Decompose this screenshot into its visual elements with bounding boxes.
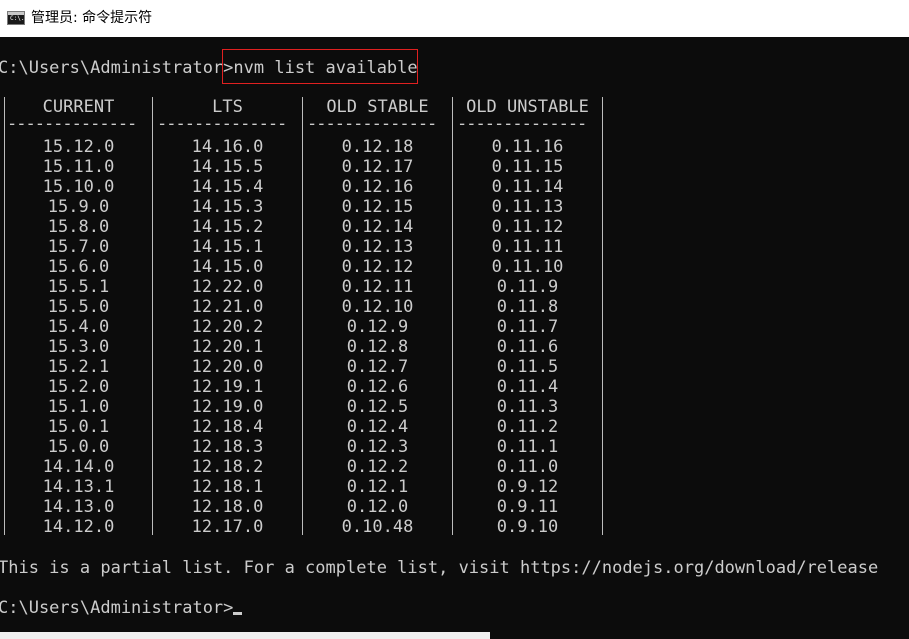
cell-old-unstable: 0.11.11	[491, 237, 564, 257]
cell-old-unstable: 0.11.6	[496, 337, 559, 357]
cell-current: 15.0.1	[47, 417, 110, 437]
header-underline: --------------	[457, 114, 587, 134]
cell-old-unstable: 0.11.10	[491, 257, 564, 277]
cell-old-unstable: 0.11.12	[491, 217, 564, 237]
cell-current: 15.2.1	[47, 357, 110, 377]
cell-old-unstable: 0.11.7	[496, 317, 559, 337]
header-underline: --------------	[307, 114, 437, 134]
console-app-icon: C:\.	[7, 11, 25, 25]
text-cursor	[233, 612, 243, 615]
cell-current: 14.14.0	[42, 457, 115, 477]
cell-current: 15.7.0	[47, 237, 110, 257]
cell-lts: 14.15.0	[191, 257, 264, 277]
cell-old-unstable: 0.11.3	[496, 397, 559, 417]
cell-lts: 12.21.0	[191, 297, 264, 317]
cell-old-stable: 0.12.13	[341, 237, 414, 257]
header-underline: --------------	[7, 114, 137, 134]
prompt: C:\Users\Administrator>	[0, 58, 234, 78]
cell-old-unstable: 0.11.16	[491, 137, 564, 157]
cell-old-stable: 0.12.15	[341, 197, 414, 217]
cell-old-unstable: 0.11.8	[496, 297, 559, 317]
cell-old-unstable: 0.11.9	[496, 277, 559, 297]
cell-old-stable: 0.12.0	[346, 497, 409, 517]
cell-lts: 12.19.0	[191, 397, 264, 417]
cell-lts: 14.15.1	[191, 237, 264, 257]
cell-lts: 12.18.1	[191, 477, 264, 497]
cell-current: 15.4.0	[47, 317, 110, 337]
cell-lts: 14.15.5	[191, 157, 264, 177]
cell-old-unstable: 0.11.0	[496, 457, 559, 477]
cell-old-stable: 0.12.16	[341, 177, 414, 197]
cell-current: 15.1.0	[47, 397, 110, 417]
cell-lts: 14.15.3	[191, 197, 264, 217]
table-divider	[602, 97, 603, 535]
cell-old-unstable: 0.11.5	[496, 357, 559, 377]
cell-old-unstable: 0.11.1	[496, 437, 559, 457]
cell-old-stable: 0.12.5	[346, 397, 409, 417]
cell-lts: 12.20.1	[191, 337, 264, 357]
cell-lts: 12.18.0	[191, 497, 264, 517]
cell-lts: 12.20.2	[191, 317, 264, 337]
cell-old-stable: 0.12.18	[341, 137, 414, 157]
cell-old-stable: 0.12.1	[346, 477, 409, 497]
cell-current: 14.13.1	[42, 477, 115, 497]
cell-old-stable: 0.12.14	[341, 217, 414, 237]
cell-current: 15.2.0	[47, 377, 110, 397]
cell-old-stable: 0.12.9	[346, 317, 409, 337]
cell-current: 15.0.0	[47, 437, 110, 457]
cell-lts: 12.18.3	[191, 437, 264, 457]
window-title: 管理员: 命令提示符	[31, 10, 153, 26]
cell-old-unstable: 0.11.4	[496, 377, 559, 397]
command-highlight-box	[222, 49, 418, 84]
cell-lts: 14.15.4	[191, 177, 264, 197]
console-output[interactable]: C:\Users\Administrator>nvm list availabl…	[0, 37, 909, 639]
version-table: CURRENT LTS OLD STABLE OLD UNSTABLE ----…	[0, 95, 605, 537]
cell-old-stable: 0.10.48	[341, 517, 414, 537]
cell-current: 15.6.0	[47, 257, 110, 277]
cell-lts: 12.20.0	[191, 357, 264, 377]
cell-old-stable: 0.12.17	[341, 157, 414, 177]
cell-old-stable: 0.12.7	[346, 357, 409, 377]
cell-current: 15.9.0	[47, 197, 110, 217]
cell-current: 15.8.0	[47, 217, 110, 237]
prompt-line[interactable]: C:\Users\Administrator>	[0, 598, 243, 618]
cell-current: 14.13.0	[42, 497, 115, 517]
header-underline: --------------	[157, 114, 287, 134]
cell-old-stable: 0.12.3	[346, 437, 409, 457]
console-icon-label: C:\.	[10, 15, 25, 22]
cell-old-unstable: 0.11.2	[496, 417, 559, 437]
cell-current: 15.12.0	[42, 137, 115, 157]
cmd-window: C:\. 管理员: 命令提示符 C:\Users\Administrator>n…	[0, 0, 909, 639]
prompt: C:\Users\Administrator>	[0, 598, 234, 618]
cell-lts: 14.16.0	[191, 137, 264, 157]
cell-old-stable: 0.12.6	[346, 377, 409, 397]
cell-old-unstable: 0.9.11	[496, 497, 559, 517]
cell-lts: 12.18.2	[191, 457, 264, 477]
cell-old-stable: 0.12.8	[346, 337, 409, 357]
cell-old-unstable: 0.11.14	[491, 177, 564, 197]
title-bar[interactable]: C:\. 管理员: 命令提示符	[0, 0, 909, 37]
cell-lts: 12.17.0	[191, 517, 264, 537]
cell-old-stable: 0.12.2	[346, 457, 409, 477]
bottom-strip	[0, 632, 490, 639]
cell-lts: 12.22.0	[191, 277, 264, 297]
cell-old-stable: 0.12.12	[341, 257, 414, 277]
cell-current: 15.11.0	[42, 157, 115, 177]
cell-old-stable: 0.12.10	[341, 297, 414, 317]
cell-current: 15.10.0	[42, 177, 115, 197]
cell-current: 15.5.1	[47, 277, 110, 297]
cell-old-unstable: 0.11.15	[491, 157, 564, 177]
cell-old-unstable: 0.11.13	[491, 197, 564, 217]
cell-lts: 12.19.1	[191, 377, 264, 397]
cell-current: 15.5.0	[47, 297, 110, 317]
cell-old-stable: 0.12.4	[346, 417, 409, 437]
cell-old-unstable: 0.9.12	[496, 477, 559, 497]
cell-lts: 14.15.2	[191, 217, 264, 237]
cell-current: 14.12.0	[42, 517, 115, 537]
cell-old-unstable: 0.9.10	[496, 517, 559, 537]
cell-current: 15.3.0	[47, 337, 110, 357]
cell-lts: 12.18.4	[191, 417, 264, 437]
cell-old-stable: 0.12.11	[341, 277, 414, 297]
partial-list-note: This is a partial list. For a complete l…	[0, 558, 879, 578]
